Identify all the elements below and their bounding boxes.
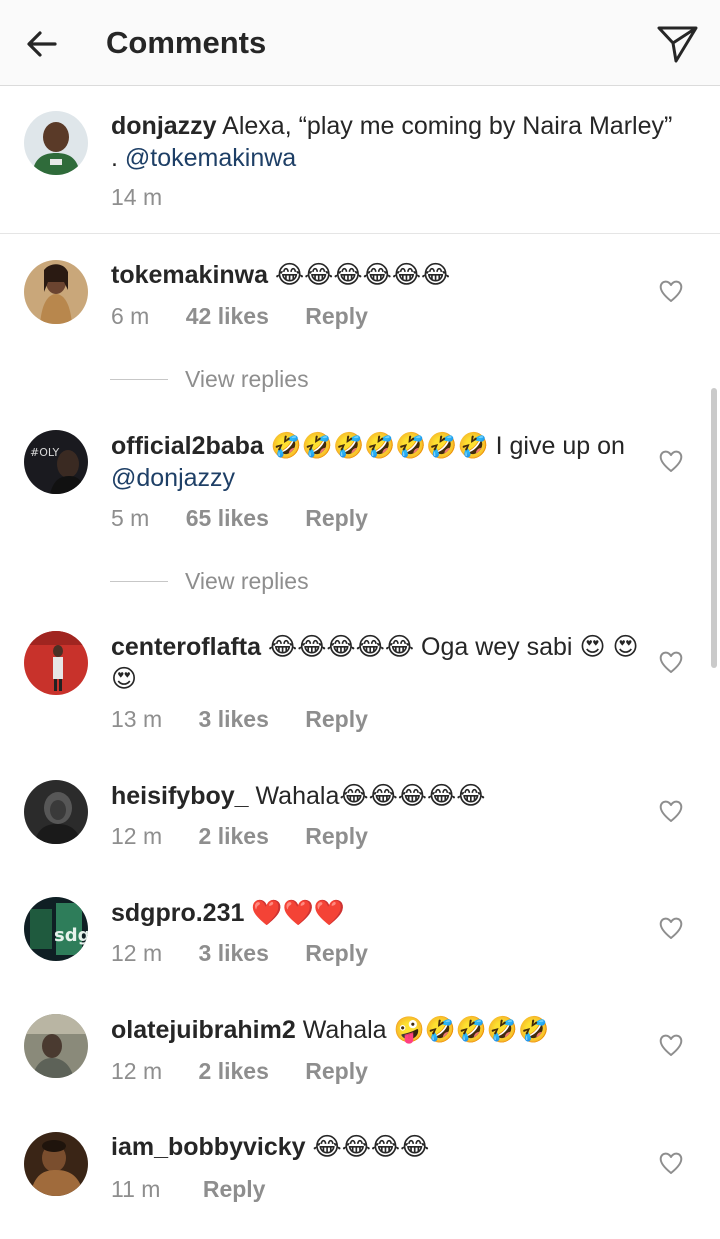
- view-replies-label: View replies: [185, 568, 309, 594]
- comment-username[interactable]: centeroflafta: [111, 633, 261, 661]
- comment-text: I give up on: [495, 432, 625, 460]
- reply-button[interactable]: Reply: [203, 1174, 266, 1204]
- reply-button[interactable]: Reply: [305, 1056, 368, 1086]
- comment-emoji: ❤️❤️❤️: [251, 899, 345, 927]
- avatar[interactable]: sdg: [24, 897, 88, 961]
- likes-count[interactable]: 65 likes: [186, 503, 269, 533]
- heart-icon[interactable]: [658, 915, 684, 941]
- mention-link[interactable]: @donjazzy: [111, 464, 235, 492]
- divider: [110, 581, 168, 582]
- comment-time: 11 m: [111, 1176, 161, 1202]
- heart-icon[interactable]: [658, 278, 684, 304]
- avatar[interactable]: [24, 260, 88, 324]
- mention-link[interactable]: @tokemakinwa: [125, 144, 296, 172]
- heart-icon[interactable]: [658, 1032, 684, 1058]
- comment-username[interactable]: iam_bobbyvicky: [111, 1133, 306, 1161]
- direct-send-icon[interactable]: [654, 22, 700, 66]
- comment-text: 😂😂😂😂😂😂: [274, 261, 451, 289]
- comment-time: 13 m: [111, 706, 163, 732]
- comment-text: Oga wey sabi: [421, 633, 573, 661]
- avatar[interactable]: [24, 1014, 88, 1078]
- heart-icon[interactable]: [658, 798, 684, 824]
- reply-button[interactable]: Reply: [305, 938, 368, 968]
- heart-icon[interactable]: [658, 1150, 684, 1176]
- comment-emoji: 🤪🤣🤣🤣🤣: [393, 1016, 550, 1044]
- likes-count[interactable]: 3 likes: [199, 704, 269, 734]
- heart-icon[interactable]: [658, 448, 684, 474]
- top-bar: Comments: [0, 0, 720, 86]
- reply-button[interactable]: Reply: [305, 503, 368, 533]
- avatar[interactable]: [24, 111, 88, 175]
- comment-username[interactable]: heisifyboy_: [111, 782, 249, 810]
- comment-username[interactable]: olatejuibrahim2: [111, 1016, 296, 1044]
- svg-text:sdg: sdg: [54, 925, 88, 946]
- comment-username[interactable]: official2baba: [111, 432, 264, 460]
- reply-button[interactable]: Reply: [305, 821, 368, 851]
- comment-time: 12 m: [111, 1058, 163, 1084]
- heart-icon[interactable]: [658, 649, 684, 675]
- avatar[interactable]: #OLY: [24, 430, 88, 494]
- comment-username[interactable]: donjazzy: [111, 112, 217, 140]
- comment-text: Wahala: [255, 782, 340, 810]
- arrow-left-icon[interactable]: [22, 24, 62, 64]
- reply-button[interactable]: Reply: [305, 704, 368, 734]
- comment-time: 12 m: [111, 823, 163, 849]
- post-caption: donjazzy Alexa, “play me coming by Naira…: [0, 86, 720, 234]
- scrollbar[interactable]: [711, 388, 717, 668]
- comment-emoji: 😂😂😂😂😂: [268, 633, 415, 661]
- likes-count[interactable]: 2 likes: [199, 1056, 269, 1086]
- svg-text:#OLY: #OLY: [30, 446, 60, 459]
- comment-emoji: 😍: [579, 633, 606, 661]
- comment-time: 5 m: [111, 505, 150, 531]
- comment-emoji: 😂😂😂😂😂: [339, 782, 486, 810]
- comment-username[interactable]: sdgpro.231: [111, 899, 244, 927]
- comment-emoji: 😂😂😂😂: [312, 1133, 430, 1161]
- likes-count[interactable]: 2 likes: [199, 821, 269, 851]
- comment-time: 12 m: [111, 940, 163, 966]
- avatar[interactable]: [24, 1132, 88, 1196]
- avatar[interactable]: [24, 780, 88, 844]
- likes-count[interactable]: 42 likes: [186, 301, 269, 331]
- comment-username[interactable]: tokemakinwa: [111, 261, 268, 289]
- comment-time: 14 m: [111, 184, 163, 210]
- divider: [110, 379, 168, 380]
- comment-time: 6 m: [111, 303, 150, 329]
- likes-count[interactable]: 3 likes: [199, 938, 269, 968]
- comment-text: Wahala: [302, 1016, 387, 1044]
- view-replies-label: View replies: [185, 366, 309, 392]
- comment-emoji: 🤣🤣🤣🤣🤣🤣🤣: [270, 432, 489, 460]
- page-title: Comments: [106, 25, 267, 60]
- avatar[interactable]: [24, 631, 88, 695]
- reply-button[interactable]: Reply: [305, 301, 368, 331]
